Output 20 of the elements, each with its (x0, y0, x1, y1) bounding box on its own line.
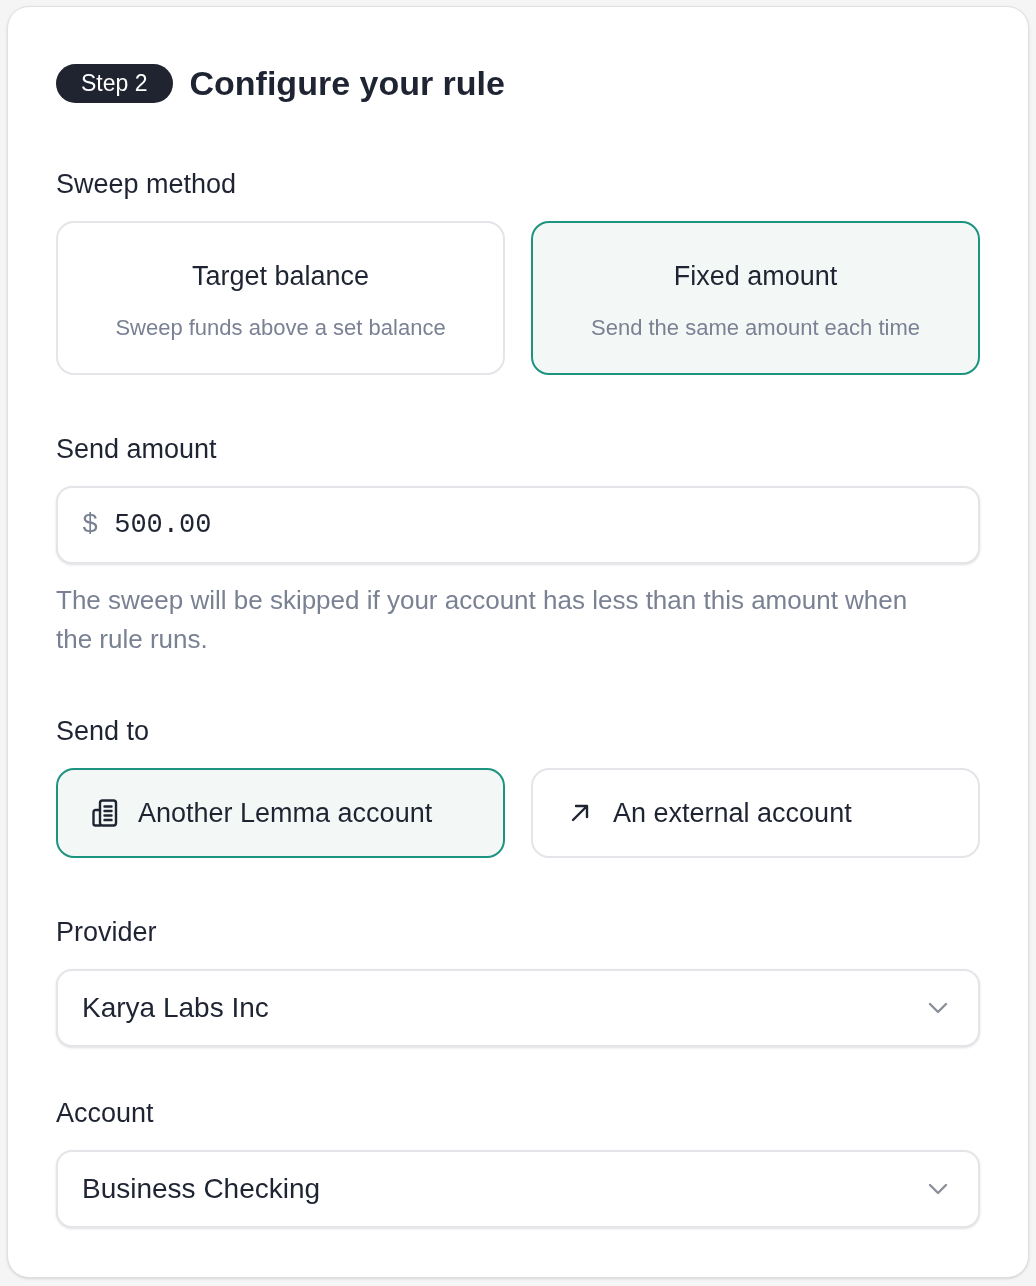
field-label: Account (56, 1097, 155, 1129)
field-label: Send to (56, 715, 151, 747)
arrow-up-right-icon (571, 804, 589, 822)
amount-field[interactable]: $ 500.00 (56, 486, 980, 564)
sweep-method-option[interactable]: Target balance Sweep funds above a set balance (56, 221, 505, 375)
chevron-down-icon (928, 1002, 948, 1014)
field-label: Provider (56, 916, 158, 948)
currency-symbol: $ (82, 508, 99, 542)
sweep-method-option[interactable]: Fixed amount Send the same amount each time (531, 221, 980, 375)
field-label: Sweep method (56, 168, 238, 200)
help-text: The sweep will be skipped if your account has less than this amount when the rule runs. (56, 584, 909, 656)
destination-option[interactable]: An external account (531, 768, 980, 858)
account-select[interactable]: Business Checking (56, 1150, 980, 1228)
chevron-down-icon (928, 1183, 948, 1195)
destination-option[interactable]: Another Lemma account (56, 768, 505, 858)
step-badge: Step 2 (56, 63, 173, 103)
form-title: Configure your rule (189, 63, 505, 103)
building-icon (90, 798, 120, 828)
field-label: Send amount (56, 433, 218, 465)
provider-select[interactable]: Karya Labs Inc (56, 969, 980, 1047)
